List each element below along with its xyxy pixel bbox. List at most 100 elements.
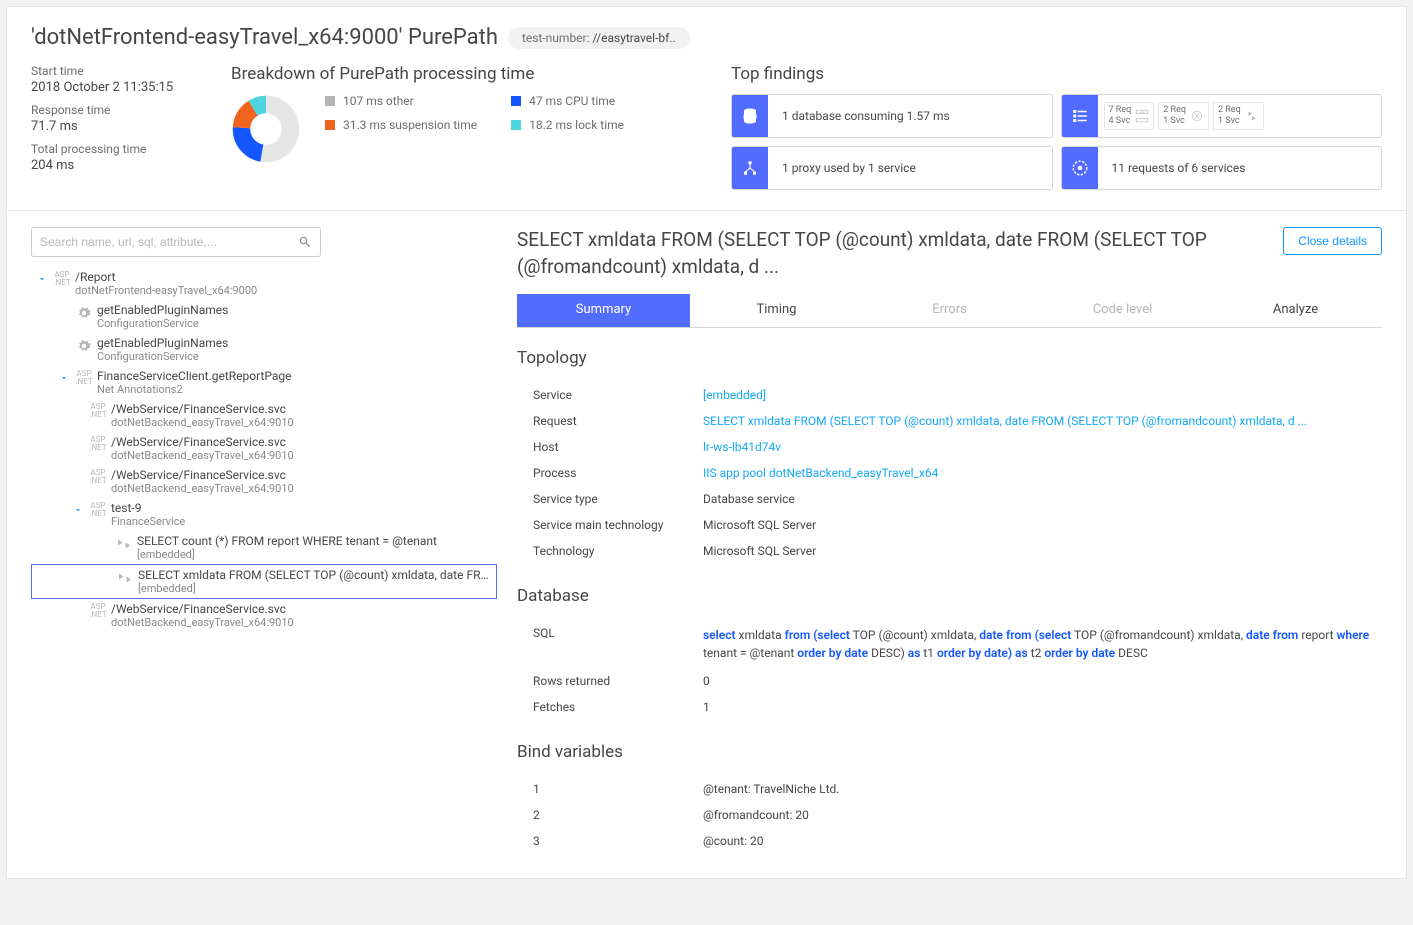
finding-proxy[interactable]: 1 proxy used by 1 service xyxy=(731,146,1053,190)
tag-value: //easytravel-bf.. xyxy=(593,31,676,45)
tree-row[interactable]: ASP.NET/ReportdotNetFrontend-easyTravel_… xyxy=(31,267,497,300)
breakdown-legend: 107 ms other47 ms CPU time31.3 ms suspen… xyxy=(325,94,663,132)
total-time-label: Total processing time xyxy=(31,142,201,156)
tree-item-title: FinanceServiceClient.getReportPage xyxy=(97,369,493,383)
tab-summary[interactable]: Summary xyxy=(517,294,690,327)
tech-icon: ASP.NET xyxy=(71,370,97,386)
tree-row[interactable]: ASP.NETtest-9FinanceService xyxy=(31,498,497,531)
requests-icon xyxy=(1062,147,1098,189)
chevron-down-icon[interactable] xyxy=(73,504,85,518)
tab-timing[interactable]: Timing xyxy=(690,294,863,327)
tech-icon xyxy=(111,535,137,553)
fetch-label: Fetches xyxy=(533,700,703,714)
finding-req-text: 11 requests of 6 services xyxy=(1098,147,1260,189)
tree-item-sub: ConfigurationService xyxy=(97,350,493,363)
tab-analyze[interactable]: Analyze xyxy=(1209,294,1382,327)
close-details-button[interactable]: Close details xyxy=(1283,227,1382,255)
tree-row[interactable]: getEnabledPluginNamesConfigurationServic… xyxy=(31,333,497,366)
mini-service-box: 2 Req1 Svc xyxy=(1213,102,1264,130)
detail-column: SELECT xmldata FROM (SELECT TOP (@count)… xyxy=(505,227,1406,854)
sql-value: select xmldata from (select TOP (@count)… xyxy=(703,626,1382,662)
tree-item-title: getEnabledPluginNames xyxy=(97,336,493,350)
tab-code-level[interactable]: Code level xyxy=(1036,294,1209,327)
breakdown-column: Breakdown of PurePath processing time 10… xyxy=(231,64,701,190)
tree-item-title: SELECT count (*) FROM report WHERE tenan… xyxy=(137,534,493,548)
search-input[interactable] xyxy=(40,235,298,249)
tree-row[interactable]: SELECT count (*) FROM report WHERE tenan… xyxy=(31,531,497,564)
detail-title: SELECT xmldata FROM (SELECT TOP (@count)… xyxy=(517,227,1283,280)
tree-item-title: /WebService/FinanceService.svc xyxy=(111,468,493,482)
sql-row: SQL select xmldata from (select TOP (@co… xyxy=(517,620,1382,668)
response-time-label: Response time xyxy=(31,103,201,117)
tech-icon: ASP.NET xyxy=(85,436,111,452)
topology-row: ProcessIIS app pool dotNetBackend_easyTr… xyxy=(517,460,1382,486)
rows-value: 0 xyxy=(703,674,1382,688)
finding-proxy-text: 1 proxy used by 1 service xyxy=(768,147,930,189)
legend-item: 31.3 ms suspension time xyxy=(325,118,477,132)
bind-heading: Bind variables xyxy=(517,742,1382,762)
tree-row[interactable]: ASP.NET/WebService/FinanceService.svcdot… xyxy=(31,465,497,498)
topology-value[interactable]: IIS app pool dotNetBackend_easyTravel_x6… xyxy=(703,466,1382,480)
tree-row[interactable]: ASP.NET/WebService/FinanceService.svcdot… xyxy=(31,432,497,465)
purepath-panel: 'dotNetFrontend-easyTravel_x64:9000' Pur… xyxy=(6,6,1407,879)
mini-service-box: 7 Req4 SvcASP xyxy=(1104,102,1155,130)
mini-service-box: 2 Req1 Svc xyxy=(1158,102,1209,130)
network-icon xyxy=(732,147,768,189)
tree-row[interactable]: ASP.NETFinanceServiceClient.getReportPag… xyxy=(31,366,497,399)
tree-item-title: /Report xyxy=(75,270,493,284)
sql-label: SQL xyxy=(533,626,703,662)
tree-item-sub: Net Annotations2 xyxy=(97,383,493,396)
call-tree: ASP.NET/ReportdotNetFrontend-easyTravel_… xyxy=(31,267,497,632)
topology-value[interactable]: [embedded] xyxy=(703,388,1382,402)
finding-db-text: 1 database consuming 1.57 ms xyxy=(768,95,964,137)
rows-returned-row: Rows returned 0 xyxy=(517,668,1382,694)
header: 'dotNetFrontend-easyTravel_x64:9000' Pur… xyxy=(7,7,1406,211)
tree-item-title: /WebService/FinanceService.svc xyxy=(111,402,493,416)
bind-row: 3@count: 20 xyxy=(517,828,1382,854)
svg-text:ASP: ASP xyxy=(1140,111,1146,115)
topology-row: TechnologyMicrosoft SQL Server xyxy=(517,538,1382,564)
tech-icon: ASP.NET xyxy=(85,502,111,518)
finding-database[interactable]: 1 database consuming 1.57 ms xyxy=(731,94,1053,138)
tag-label: test-number: xyxy=(522,31,590,45)
total-time-value: 204 ms xyxy=(31,158,201,173)
findings-heading: Top findings xyxy=(731,64,1382,84)
tree-item-title: /WebService/FinanceService.svc xyxy=(111,602,493,616)
topology-heading: Topology xyxy=(517,348,1382,368)
legend-item: 18.2 ms lock time xyxy=(511,118,663,132)
search-icon xyxy=(298,235,312,249)
finding-services-mini[interactable]: 7 Req4 SvcASP2 Req1 Svc2 Req1 Svc xyxy=(1061,94,1383,138)
tab-errors[interactable]: Errors xyxy=(863,294,1036,327)
start-time-value: 2018 October 2 11:35:15 xyxy=(31,80,201,95)
fetch-value: 1 xyxy=(703,700,1382,714)
tag-pill[interactable]: test-number: //easytravel-bf.. xyxy=(508,27,690,49)
response-time-value: 71.7 ms xyxy=(31,119,201,134)
topology-row: Service typeDatabase service xyxy=(517,486,1382,512)
tree-item-sub: dotNetBackend_easyTravel_x64:9010 xyxy=(111,449,493,462)
detail-tabs: Summary Timing Errors Code level Analyze xyxy=(517,294,1382,328)
tree-row[interactable]: getEnabledPluginNamesConfigurationServic… xyxy=(31,300,497,333)
tree-row[interactable]: SELECT xmldata FROM (SELECT TOP (@count)… xyxy=(31,564,497,599)
tree-item-title: getEnabledPluginNames xyxy=(97,303,493,317)
tree-row[interactable]: ASP.NET/WebService/FinanceService.svcdot… xyxy=(31,599,497,632)
chevron-down-icon[interactable] xyxy=(37,273,49,287)
fetches-row: Fetches 1 xyxy=(517,694,1382,720)
bind-row: 1@tenant: TravelNiche Ltd. xyxy=(517,776,1382,802)
donut-chart xyxy=(231,94,301,164)
tree-item-title: /WebService/FinanceService.svc xyxy=(111,435,493,449)
topology-value: Microsoft SQL Server xyxy=(703,544,1382,558)
topology-value[interactable]: lr-ws-lb41d74v xyxy=(703,440,1382,454)
bind-row: 2@fromandcount: 20 xyxy=(517,802,1382,828)
chevron-down-icon[interactable] xyxy=(59,372,71,386)
topology-value[interactable]: SELECT xmldata FROM (SELECT TOP (@count)… xyxy=(703,414,1382,428)
finding-requests[interactable]: 11 requests of 6 services xyxy=(1061,146,1383,190)
topology-row: Service main technologyMicrosoft SQL Ser… xyxy=(517,512,1382,538)
tree-row[interactable]: ASP.NET/WebService/FinanceService.svcdot… xyxy=(31,399,497,432)
topology-row: RequestSELECT xmldata FROM (SELECT TOP (… xyxy=(517,408,1382,434)
search-box[interactable] xyxy=(31,227,321,257)
tech-icon: ASP.NET xyxy=(49,271,75,287)
tech-icon xyxy=(71,304,97,322)
list-icon xyxy=(1062,95,1098,137)
legend-item: 107 ms other xyxy=(325,94,477,108)
tree-item-title: SELECT xmldata FROM (SELECT TOP (@count)… xyxy=(138,568,492,582)
